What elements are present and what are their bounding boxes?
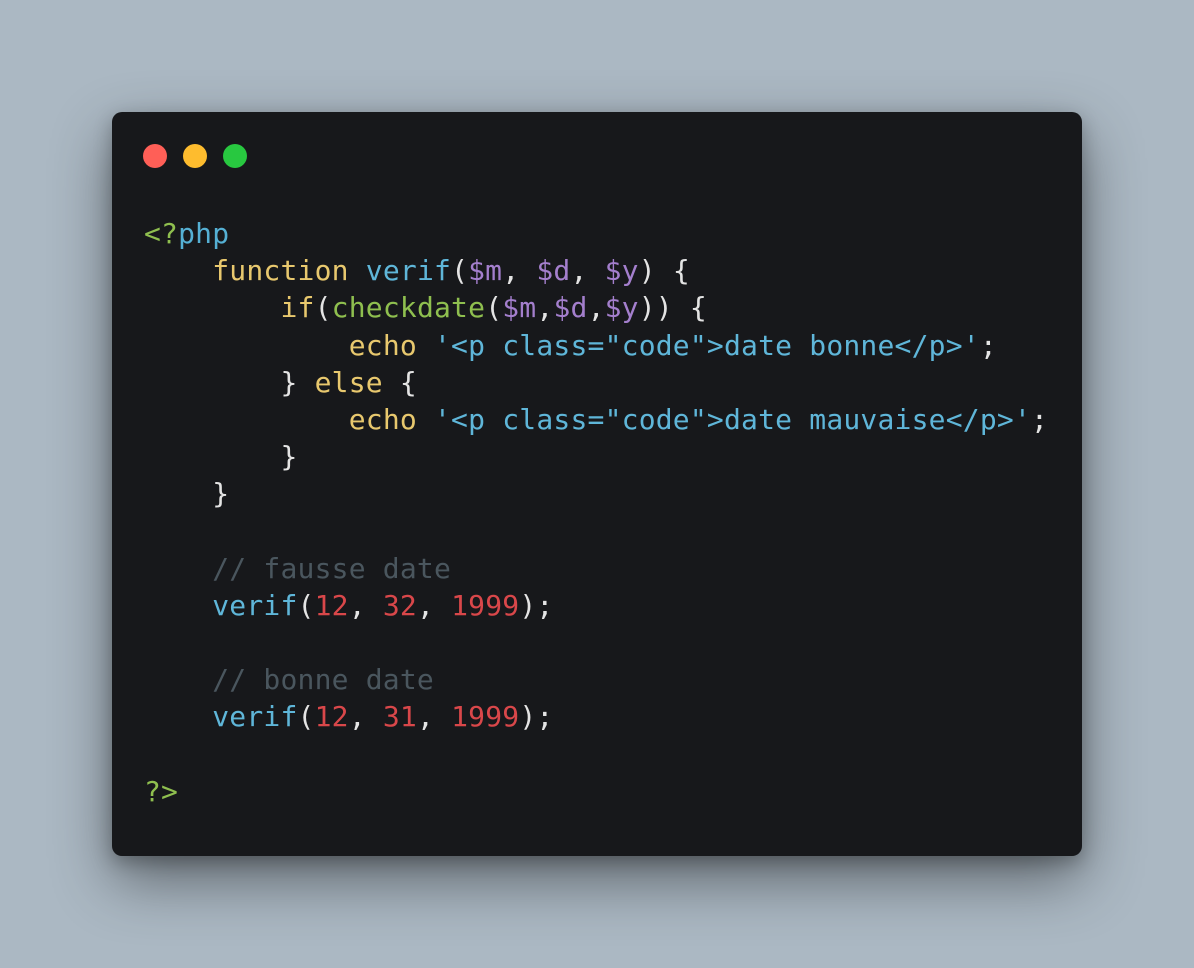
code-window: <?php function verif($m, $d, $y) { if(ch… (112, 112, 1082, 856)
code-token: ; (1031, 402, 1049, 436)
code-token: 31 (382, 700, 417, 734)
code-token: '<p class="code">date mauvaise</p>' (434, 402, 1032, 436)
code-line: // fausse date (144, 550, 1048, 587)
code-line: verif(12, 32, 1999); (144, 587, 1048, 624)
code-token: ); (519, 700, 554, 734)
code-line: } else { (144, 364, 1048, 401)
code-token: , (348, 588, 383, 622)
code-token: echo (348, 328, 417, 362)
code-token: ) { (638, 254, 690, 288)
code-token: 12 (314, 588, 349, 622)
code-token: ( (451, 254, 469, 288)
code-line: function verif($m, $d, $y) { (144, 252, 1048, 289)
code-block: <?php function verif($m, $d, $y) { if(ch… (144, 215, 1048, 810)
code-token: $d (553, 291, 588, 325)
code-token: '<p class="code">date bonne</p>' (434, 328, 980, 362)
code-token: , (348, 700, 383, 734)
code-token: , (416, 588, 452, 622)
code-token: else (314, 365, 383, 399)
code-token: , (416, 700, 452, 734)
maximize-button[interactable] (223, 144, 247, 168)
code-token: php (178, 217, 230, 250)
code-token: ( (297, 700, 315, 734)
code-token: ( (314, 291, 332, 325)
code-token: echo (348, 402, 417, 436)
code-token: , (570, 254, 605, 288)
code-line: verif(12, 31, 1999); (144, 698, 1048, 735)
code-token: 1999 (451, 700, 520, 734)
code-line: echo '<p class="code">date mauvaise</p>'… (144, 401, 1048, 438)
code-token: $m (468, 254, 503, 288)
code-token: <? (144, 217, 179, 250)
code-token: checkdate (331, 291, 486, 325)
code-token: $y (604, 254, 639, 288)
code-token: 32 (382, 588, 417, 622)
code-token: )) { (638, 291, 707, 325)
code-token: ?> (144, 774, 179, 808)
code-token: , (536, 291, 554, 325)
code-token: verif (212, 588, 298, 622)
code-token: } (144, 477, 230, 511)
code-token: , (502, 254, 537, 288)
code-line: // bonne date (144, 661, 1048, 698)
code-token: } (144, 365, 315, 399)
code-token: 1999 (451, 588, 520, 622)
code-token: function (212, 254, 349, 288)
close-button[interactable] (143, 144, 167, 168)
code-token: } (144, 440, 298, 474)
code-token: if (280, 291, 315, 325)
code-token: ( (297, 588, 315, 622)
minimize-button[interactable] (183, 144, 207, 168)
code-token: $m (502, 291, 537, 325)
code-token: , (587, 291, 605, 325)
code-line: echo '<p class="code">date bonne</p>'; (144, 327, 1048, 364)
code-line: } (144, 438, 1048, 475)
code-line: <?php (144, 215, 1048, 252)
code-line: ​ (144, 513, 1048, 550)
code-token: ); (519, 588, 554, 622)
code-token: verif (212, 700, 298, 734)
code-token: $d (536, 254, 571, 288)
code-token: 12 (314, 700, 349, 734)
code-token: { (382, 365, 417, 399)
code-token: verif (365, 254, 452, 288)
code-line: if(checkdate($m,$d,$y)) { (144, 289, 1048, 326)
code-token: ; (979, 328, 997, 362)
code-token: // fausse date (212, 551, 452, 585)
code-line: ?> (144, 773, 1048, 810)
code-line: ​ (144, 736, 1048, 773)
code-token: // bonne date (212, 663, 434, 697)
code-token: $y (604, 291, 639, 325)
code-token: ( (485, 291, 503, 325)
code-line: } (144, 475, 1048, 512)
code-line: ​ (144, 624, 1048, 661)
